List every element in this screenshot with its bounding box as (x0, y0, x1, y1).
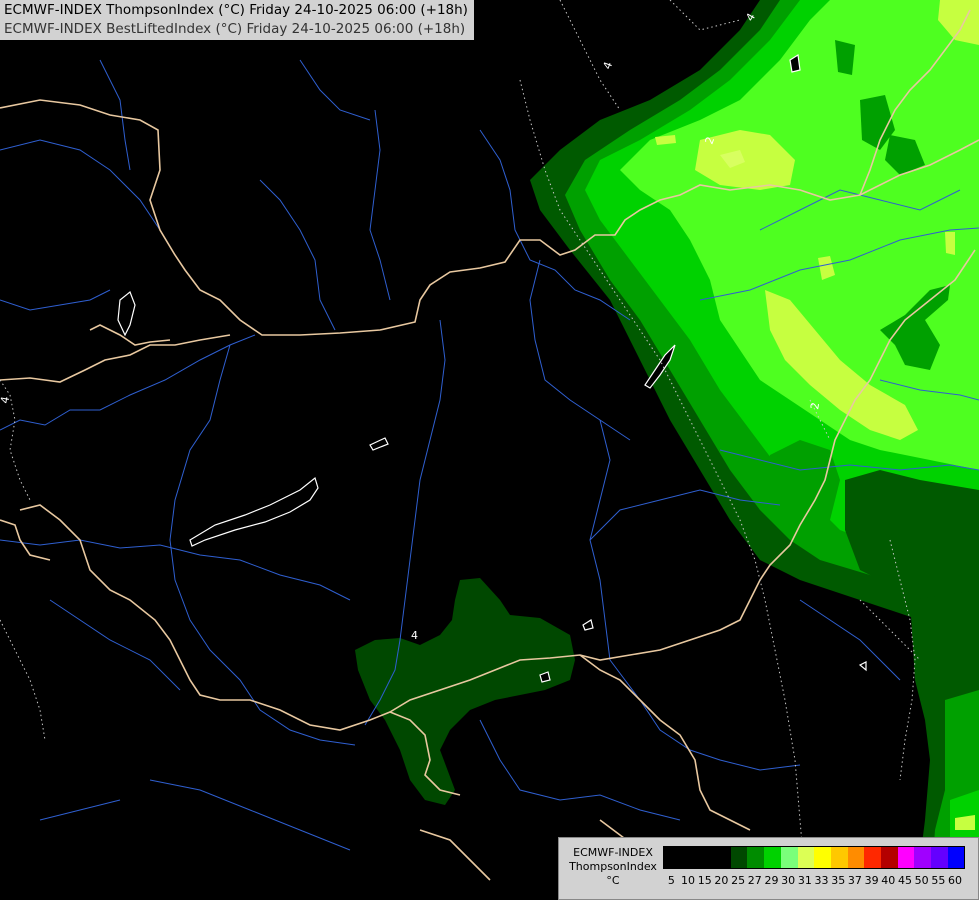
legend-swatches (663, 846, 966, 869)
legend-swatch (664, 847, 681, 868)
legend-tick-label: 31 (797, 874, 812, 887)
legend-swatch (747, 847, 765, 868)
map-canvas: 4 4 4 2 2 4 (0, 0, 979, 900)
legend-swatch (830, 847, 848, 868)
legend-unit: °C (606, 874, 620, 887)
legend-swatch (797, 847, 815, 868)
legend-tick-label: 60 (948, 874, 963, 887)
legend-tick-label: 15 (697, 874, 712, 887)
legend-tick-label: 45 (897, 874, 912, 887)
legend-label: ECMWF-INDEX ThompsonIndex °C (563, 846, 663, 888)
legend-tick-label: 50 (914, 874, 929, 887)
legend-tick-label: 39 (864, 874, 879, 887)
legend-tick-label: 55 (931, 874, 946, 887)
legend-swatch (847, 847, 865, 868)
legend-swatch (714, 847, 731, 868)
legend-model: ECMWF-INDEX (573, 846, 653, 859)
legend-tick-label: 35 (831, 874, 846, 887)
legend-tick-label: 25 (731, 874, 746, 887)
legend-tick-label: 29 (764, 874, 779, 887)
legend-swatch (914, 847, 931, 868)
legend-swatch (880, 847, 898, 868)
legend-swatch (864, 847, 881, 868)
legend-swatch (780, 847, 798, 868)
legend-tick-label: 5 (667, 874, 675, 887)
contour-label: 4 (411, 629, 418, 642)
color-legend: ECMWF-INDEX ThompsonIndex °C 5 10 15 20 25 27… (558, 837, 979, 900)
legend-swatch (931, 847, 948, 868)
title-line-bestlifted: ECMWF-INDEX BestLiftedIndex (°C) Friday … (4, 21, 466, 37)
legend-parameter: ThompsonIndex (569, 860, 657, 873)
legend-swatch (947, 847, 965, 868)
map-title: ECMWF-INDEX ThompsonIndex (°C) Friday 24… (0, 0, 474, 40)
legend-tick-label: 10 (681, 874, 696, 887)
legend-tick-label: 27 (747, 874, 762, 887)
title-line-thompson: ECMWF-INDEX ThompsonIndex (°C) Friday 24… (4, 2, 468, 18)
legend-ticks: 5 10 15 20 25 27 29 30 31 33 35 37 39 40 45 50 55 60 (663, 874, 963, 887)
legend-swatch (680, 847, 698, 868)
legend-swatch (764, 847, 781, 868)
legend-tick-label: 37 (847, 874, 862, 887)
legend-swatch (897, 847, 915, 868)
legend-tick-label: 20 (714, 874, 729, 887)
legend-swatch (697, 847, 715, 868)
legend-tick-label: 30 (781, 874, 796, 887)
legend-swatch (814, 847, 831, 868)
legend-tick-label: 33 (814, 874, 829, 887)
legend-tick-label: 40 (881, 874, 896, 887)
legend-swatch (730, 847, 748, 868)
